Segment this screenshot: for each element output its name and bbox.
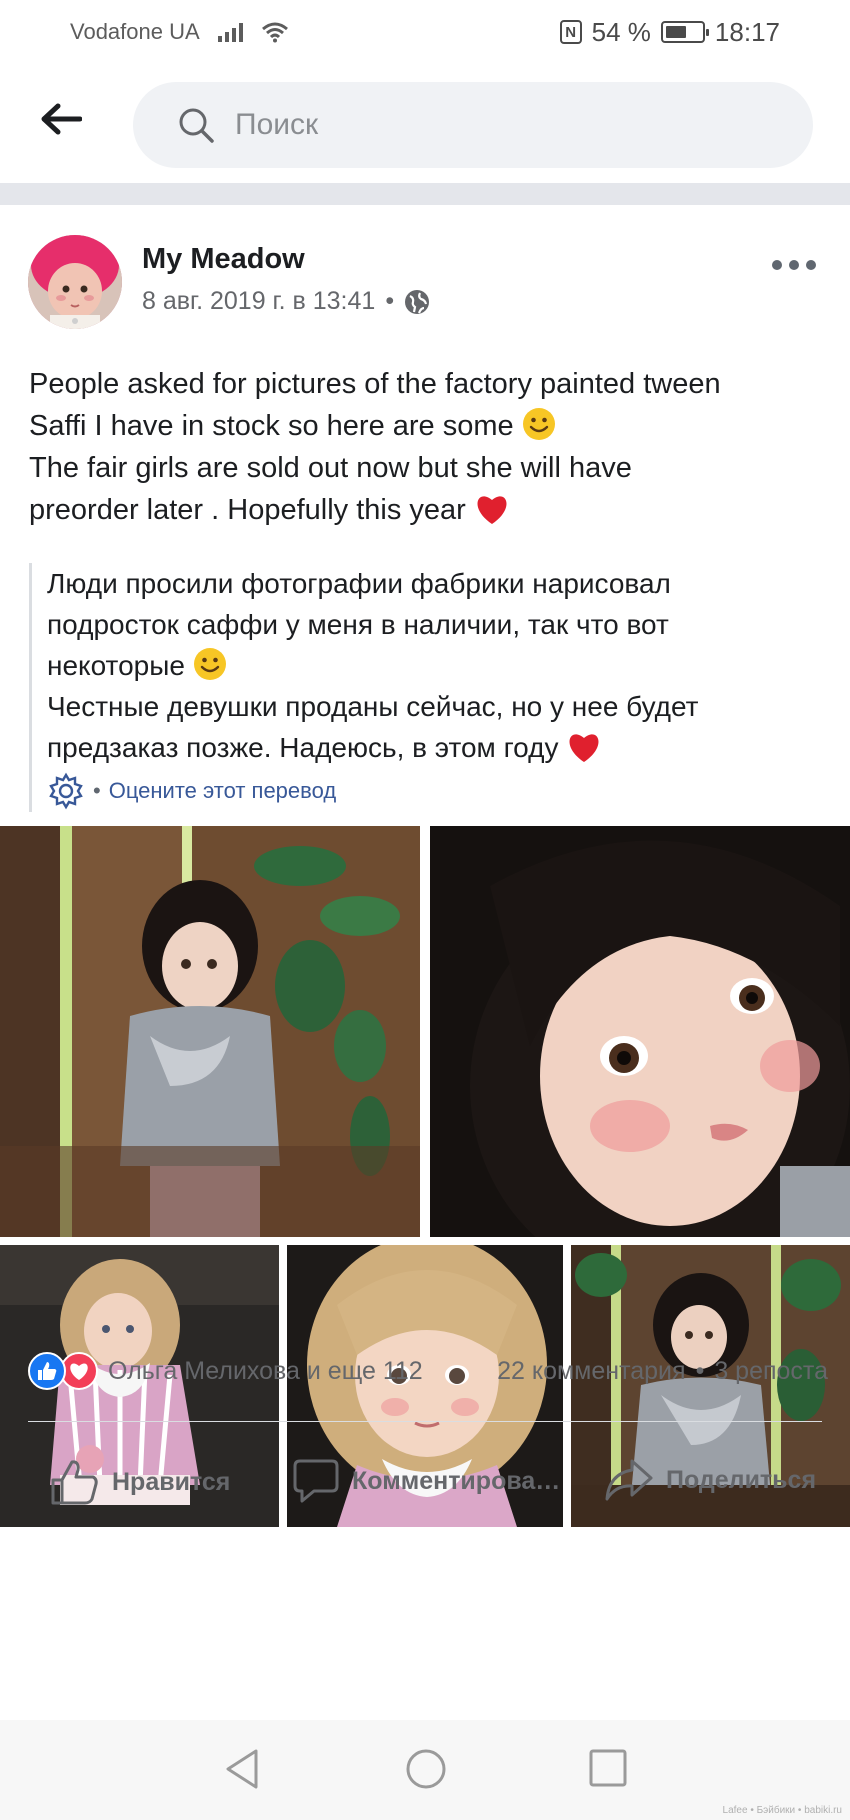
search-icon [179,108,214,143]
nav-recents-button[interactable] [588,1748,628,1793]
reactors-text[interactable]: Ольга Мелихова и еще 112 [108,1357,423,1386]
like-reaction-icon [28,1352,66,1390]
post-text-line: preorder later . Hopefully this year [29,489,829,531]
square-recents-icon [589,1749,627,1787]
nfc-icon: N [559,20,582,44]
battery-percent: 54 % [591,16,651,47]
signal-icon [217,22,243,42]
photo-doll-face-closeup[interactable] [430,826,850,1237]
globe-icon [405,289,430,314]
dot-icon [772,260,782,270]
photo-grid [0,621,850,1527]
post-timestamp[interactable]: 8 авг. 2019 г. в 13:41 [142,287,375,316]
battery-icon [660,21,709,43]
meta-separator: • [385,287,395,315]
engagement-counts: 22 комментария • 3 репоста [497,1357,828,1386]
share-label: Поделиться [666,1465,817,1494]
comments-count[interactable]: 22 комментария [497,1357,685,1386]
reactions-summary[interactable]: Ольга Мелихова и еще 112 22 комментария … [28,1342,828,1400]
search-bar[interactable] [133,82,813,168]
nav-home-button[interactable] [405,1748,447,1795]
status-bar: Vodafone UA N 54 % 18:17 [0,0,850,64]
clock: 18:17 [714,16,780,47]
reaction-icons [28,1352,98,1390]
watermark: Lafee • Бэйбики • babiki.ru [722,1805,842,1816]
photo-doll-dark-hair-fence[interactable] [0,826,420,1237]
arrow-left-icon [41,103,83,135]
post-actions: Нравится Комментирова… Поделиться [0,1430,850,1542]
section-divider [0,183,850,205]
dot-icon [789,260,799,270]
counts-separator: • [695,1356,705,1385]
search-header [0,64,850,182]
translation-line: Люди просили фотографии фабрики нарисова… [47,568,671,599]
avatar[interactable] [28,235,122,329]
system-nav-bar: Lafee • Бэйбики • babiki.ru [0,1720,850,1820]
post-text-line: The fair girls are sold out now but she … [29,452,632,484]
comment-label: Комментирова… [352,1466,561,1495]
triangle-back-icon [226,1749,258,1789]
more-options-button[interactable] [772,257,816,273]
comment-button[interactable]: Комментирова… [292,1458,560,1504]
share-button[interactable]: Поделиться [604,1458,816,1502]
like-label: Нравится [112,1467,231,1496]
heart-emoji-icon [477,496,507,524]
comment-icon [293,1459,339,1503]
post-text-line: People asked for pictures of the factory… [29,368,721,400]
shares-count[interactable]: 3 репоста [714,1357,828,1386]
wifi-icon [261,22,288,43]
circle-home-icon [406,1749,446,1789]
post-text: People asked for pictures of the factory… [29,363,829,531]
post-text-line: Saffi I have in stock so here are some [29,405,829,447]
post-author[interactable]: My Meadow [142,243,305,276]
carrier-name: Vodafone UA [70,19,200,44]
reactions-divider [28,1421,822,1422]
post-header: My Meadow 8 авг. 2019 г. в 13:41 • [28,235,828,331]
nav-back-button[interactable] [224,1748,260,1795]
search-input[interactable] [235,108,735,142]
dot-icon [806,260,816,270]
like-button[interactable]: Нравится [50,1458,230,1506]
thumbs-up-icon [51,1460,98,1505]
post-meta: 8 авг. 2019 г. в 13:41 • [142,287,430,316]
share-icon [605,1459,653,1501]
smile-emoji-icon [522,408,555,440]
back-button[interactable] [40,102,90,142]
